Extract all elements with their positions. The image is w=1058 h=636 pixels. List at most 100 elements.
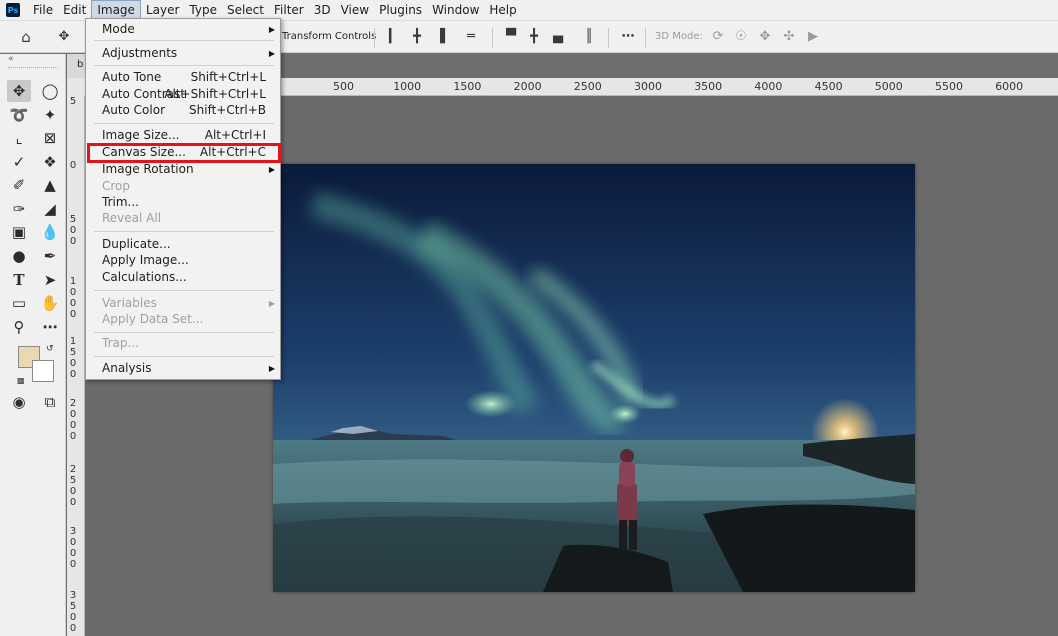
ruler-label: 4000 xyxy=(754,80,783,93)
menu-separator xyxy=(94,290,274,291)
move-tool-icon[interactable]: ✥ xyxy=(56,29,72,45)
eyedropper-icon[interactable]: ✓ xyxy=(7,151,31,173)
menu-item-calculations[interactable]: Calculations... xyxy=(86,269,280,286)
submenu-arrow-icon: ▶ xyxy=(268,49,275,58)
ruler-label: 3000 xyxy=(634,80,662,93)
screen-mode-icon[interactable]: ⧉ xyxy=(38,391,62,413)
tools-panel: « ✥ ◯ ➰ ✦ ⌞ ⊠ ✓ ❖ ✐ ▲ ✑ ◢ ▣ 💧 ● ✒ T ➤ ▭ … xyxy=(0,54,66,636)
lasso-tool-icon[interactable]: ➰ xyxy=(7,104,31,126)
magic-wand-icon[interactable]: ✦ xyxy=(38,104,62,126)
blur-tool-icon[interactable]: 💧 xyxy=(38,221,62,243)
photoshop-logo-icon: Ps xyxy=(6,3,20,17)
ruler-label: 2000 xyxy=(69,398,77,442)
menu-item-trim[interactable]: Trim... xyxy=(86,194,280,211)
ruler-label: 3500 xyxy=(69,590,77,634)
menu-item-image-rotation[interactable]: Image Rotation ▶ xyxy=(86,161,280,178)
frame-tool-icon[interactable]: ⊠ xyxy=(38,127,62,149)
healing-brush-icon[interactable]: ❖ xyxy=(38,151,62,173)
type-tool-icon[interactable]: T xyxy=(7,269,31,291)
submenu-arrow-icon: ▶ xyxy=(268,165,275,174)
menu-layer[interactable]: Layer xyxy=(141,0,184,20)
menu-bar: Ps File Edit Image Layer Type Select Fil… xyxy=(0,0,1058,20)
3d-orbit-icon[interactable]: ⟳ xyxy=(710,29,726,45)
3d-slide-icon[interactable]: ✣ xyxy=(781,29,797,45)
menu-image[interactable]: Image xyxy=(91,0,141,20)
quick-mask-icon[interactable]: ◉ xyxy=(7,391,31,413)
hand-tool-icon[interactable]: ✋ xyxy=(38,292,62,314)
menu-item-adjustments[interactable]: Adjustments ▶ xyxy=(86,45,280,62)
swap-colors-icon[interactable]: ↺ xyxy=(46,344,54,354)
ruler-label: 4500 xyxy=(814,80,843,93)
distribute-horizontal-icon[interactable]: ═ xyxy=(463,29,479,45)
ruler-label: 500 xyxy=(333,80,354,93)
align-left-icon[interactable]: ▎ xyxy=(386,29,402,45)
show-transform-controls-label[interactable]: Transform Controls xyxy=(282,31,376,42)
home-icon[interactable]: ⌂ xyxy=(18,29,34,45)
ruler-label: 6000 xyxy=(995,80,1024,93)
dodge-tool-icon[interactable]: ● xyxy=(7,245,31,267)
menu-view[interactable]: View xyxy=(336,0,374,20)
vertical-ruler[interactable]: 5 0 500 1000 1500 2000 2500 3000 3500 xyxy=(67,96,85,636)
default-colors-icon[interactable]: ▩ xyxy=(17,376,25,385)
menu-edit[interactable]: Edit xyxy=(58,0,91,20)
menu-window[interactable]: Window xyxy=(427,0,484,20)
move-tool-icon[interactable]: ✥ xyxy=(7,80,31,102)
ruler-label: 2000 xyxy=(513,80,542,93)
gradient-tool-icon[interactable]: ▣ xyxy=(7,221,31,243)
elliptical-marquee-icon[interactable]: ◯ xyxy=(38,80,62,102)
menu-separator xyxy=(94,123,274,124)
menu-item-canvas-size[interactable]: Canvas Size... Alt+Ctrl+C xyxy=(86,144,280,161)
eraser-icon[interactable]: ◢ xyxy=(38,198,62,220)
background-color-swatch[interactable] xyxy=(32,360,54,382)
rectangle-tool-icon[interactable]: ▭ xyxy=(7,292,31,314)
shortcut-image-size: Alt+Ctrl+I xyxy=(204,128,266,142)
aurora-photo xyxy=(273,164,915,592)
menu-item-image-size[interactable]: Image Size... Alt+Ctrl+I xyxy=(86,127,280,144)
collapse-panel-icon[interactable]: « xyxy=(8,54,14,64)
image-menu-dropdown: Mode ▶ Adjustments ▶ Auto Tone Shift+Ctr… xyxy=(85,18,281,380)
menu-3d[interactable]: 3D xyxy=(309,0,336,20)
crop-tool-icon[interactable]: ⌞ xyxy=(7,127,31,149)
menu-item-auto-color[interactable]: Auto Color Shift+Ctrl+B xyxy=(86,102,280,119)
menu-help[interactable]: Help xyxy=(484,0,521,20)
menu-plugins[interactable]: Plugins xyxy=(374,0,427,20)
ruler-label: 1000 xyxy=(69,276,77,320)
3d-pan-icon[interactable]: ✥ xyxy=(757,29,773,45)
shortcut-auto-tone: Shift+Ctrl+L xyxy=(190,70,266,84)
panel-grip[interactable] xyxy=(8,67,58,70)
align-horizontal-center-icon[interactable]: ╋ xyxy=(409,29,425,45)
menu-file[interactable]: File xyxy=(28,0,58,20)
align-top-icon[interactable]: ▀ xyxy=(503,29,519,45)
menu-type[interactable]: Type xyxy=(184,0,222,20)
align-vertical-center-icon[interactable]: ╋ xyxy=(526,29,542,45)
brush-tool-icon[interactable]: ✐ xyxy=(7,174,31,196)
more-options-icon[interactable]: ⋯ xyxy=(620,29,636,45)
options-divider xyxy=(645,28,646,48)
shortcut-canvas-size: Alt+Ctrl+C xyxy=(199,145,266,159)
path-selection-icon[interactable]: ➤ xyxy=(38,269,62,291)
align-bottom-icon[interactable]: ▄ xyxy=(550,29,566,45)
3d-mode-label: 3D Mode: xyxy=(655,31,703,42)
menu-item-analysis[interactable]: Analysis ▶ xyxy=(86,360,280,377)
clone-stamp-icon[interactable]: ▲ xyxy=(38,174,62,196)
menu-separator xyxy=(94,332,274,333)
menu-item-auto-contrast[interactable]: Auto Contrast Alt+Shift+Ctrl+L xyxy=(86,86,280,103)
history-brush-icon[interactable]: ✑ xyxy=(7,198,31,220)
menu-item-apply-image[interactable]: Apply Image... xyxy=(86,252,280,269)
edit-toolbar-icon[interactable]: ⋯ xyxy=(38,316,62,338)
pen-tool-icon[interactable]: ✒ xyxy=(38,245,62,267)
menu-item-duplicate[interactable]: Duplicate... xyxy=(86,236,280,253)
3d-scale-icon[interactable]: ▶ xyxy=(805,29,821,45)
document-tab[interactable]: b xyxy=(67,54,85,78)
menu-item-auto-tone[interactable]: Auto Tone Shift+Ctrl+L xyxy=(86,69,280,86)
shortcut-auto-color: Shift+Ctrl+B xyxy=(189,103,266,117)
menu-filter[interactable]: Filter xyxy=(269,0,309,20)
menu-item-mode[interactable]: Mode ▶ xyxy=(86,21,280,38)
distribute-vertical-icon[interactable]: ║ xyxy=(581,29,597,45)
menu-select[interactable]: Select xyxy=(222,0,269,20)
ruler-label: 3500 xyxy=(694,80,723,93)
3d-roll-icon[interactable]: ☉ xyxy=(733,29,749,45)
zoom-tool-icon[interactable]: ⚲ xyxy=(7,316,31,338)
ruler-origin[interactable] xyxy=(67,78,85,96)
align-right-icon[interactable]: ▐ xyxy=(432,29,448,45)
